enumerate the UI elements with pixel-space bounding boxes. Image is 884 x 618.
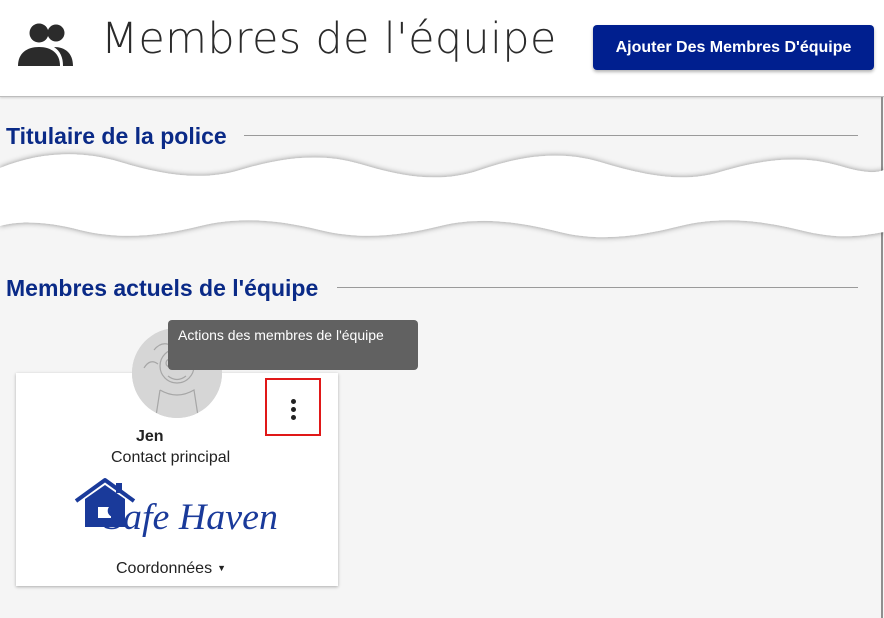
contact-details-label: Coordonnées [116, 560, 213, 577]
add-team-members-button[interactable]: Ajouter Des Membres D'équipe [593, 25, 874, 70]
page-header: Membres de l'équipe Ajouter Des Membres … [0, 0, 884, 97]
svg-text:Safe Haven: Safe Haven [104, 497, 278, 537]
torn-edge-overlay [0, 154, 884, 238]
member-name: Jen [136, 428, 164, 445]
people-icon [18, 23, 73, 66]
member-role: Contact principal [111, 449, 231, 466]
page-title: Membres de l'équipe [101, 14, 557, 64]
more-vertical-icon-dot [291, 415, 296, 420]
section-divider [244, 135, 858, 136]
section-divider [337, 287, 858, 288]
member-actions-button[interactable] [265, 378, 321, 436]
current-members-heading: Membres actuels de l'équipe [6, 275, 319, 301]
more-vertical-icon-dot [291, 407, 296, 412]
tooltip: Actions des membres de l'équipe [168, 320, 418, 370]
more-vertical-icon [291, 399, 296, 404]
contact-details-toggle[interactable]: Coordonnées ▼ [116, 560, 226, 578]
caret-down-icon: ▼ [217, 563, 226, 573]
company-logo: Safe Haven [74, 478, 278, 537]
